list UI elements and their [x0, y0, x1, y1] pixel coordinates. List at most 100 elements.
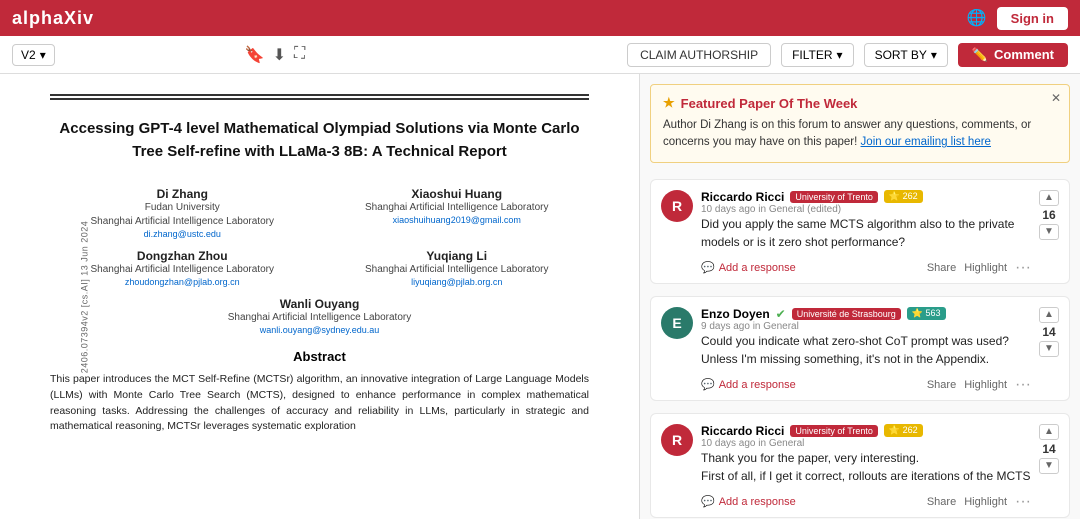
author-email-2: xiaoshuihuang2019@gmail.com	[325, 215, 590, 225]
site-logo: alphaXiv	[12, 8, 94, 29]
comment-content-1: Riccardo Ricci University of Trento ⭐ 26…	[701, 190, 1031, 277]
author-block-3: Dongzhan Zhou Shanghai Artificial Intell…	[50, 249, 315, 287]
bookmark-icon[interactable]: 🔖	[245, 45, 265, 65]
add-response-label-3: Add a response	[719, 496, 796, 508]
comment-actions-2: 💬 Add a response Share Highlight ···	[701, 376, 1031, 394]
add-response-button-2[interactable]: 💬 Add a response	[701, 378, 796, 391]
share-link-3[interactable]: Share	[927, 496, 956, 508]
reply-icon-3: 💬	[701, 495, 715, 508]
main-content: 2406.07394v2 [cs.AI] 13 Jun 2024 Accessi…	[0, 74, 1080, 519]
comment-body-3: Thank you for the paper, very interestin…	[701, 449, 1031, 485]
add-response-label-1: Add a response	[719, 262, 796, 274]
expand-icon[interactable]: ⛶	[294, 45, 305, 65]
highlight-link-2[interactable]: Highlight	[964, 379, 1007, 391]
author-block-4: Yuqiang Li Shanghai Artificial Intellige…	[325, 249, 590, 287]
university-badge-1: University of Trento	[790, 191, 878, 203]
author-inst-1: Fudan UniversityShanghai Artificial Inte…	[50, 201, 315, 229]
featured-banner: ✕ ★ Featured Paper Of The Week Author Di…	[650, 84, 1070, 163]
featured-title: ★ Featured Paper Of The Week	[663, 95, 1057, 111]
comment-row-3: R Riccardo Ricci University of Trento ⭐ …	[661, 424, 1059, 511]
share-link-2[interactable]: Share	[927, 379, 956, 391]
version-label: V2	[21, 48, 36, 62]
abstract-heading: Abstract	[50, 349, 589, 364]
download-icon[interactable]: ⬇	[273, 45, 286, 65]
more-button-3[interactable]: ···	[1015, 493, 1031, 511]
paper-title: Accessing GPT-4 level Mathematical Olymp…	[50, 118, 589, 163]
comment-button[interactable]: ✏️ Comment	[958, 43, 1068, 67]
author-email-3: zhoudongzhan@pjlab.org.cn	[50, 277, 315, 287]
pencil-icon: ✏️	[972, 47, 988, 63]
sort-label: SORT BY	[875, 48, 927, 62]
more-button-2[interactable]: ···	[1015, 376, 1031, 394]
globe-icon[interactable]: 🌐	[967, 8, 987, 28]
avatar-1: R	[661, 190, 693, 222]
paper-panel: 2406.07394v2 [cs.AI] 13 Jun 2024 Accessi…	[0, 74, 640, 519]
comment-actions-3: 💬 Add a response Share Highlight ···	[701, 493, 1031, 511]
upvote-button-2[interactable]: ▲	[1039, 307, 1059, 323]
highlight-link-3[interactable]: Highlight	[964, 496, 1007, 508]
toolbar: V2 ▾ 🔖 ⬇ ⛶ CLAIM AUTHORSHIP FILTER ▾ SOR…	[0, 36, 1080, 74]
comments-panel: ✕ ★ Featured Paper Of The Week Author Di…	[640, 74, 1080, 519]
add-response-button-1[interactable]: 💬 Add a response	[701, 261, 796, 274]
featured-link[interactable]: Join our emailing list here	[861, 136, 991, 148]
sort-by-button[interactable]: SORT BY ▾	[864, 43, 948, 67]
avatar-3: R	[661, 424, 693, 456]
paper-divider	[50, 94, 589, 100]
comment-time-3: 10 days ago in General	[701, 438, 1031, 449]
author-email-1: di.zhang@ustc.edu	[50, 229, 315, 239]
avatar-2: E	[661, 307, 693, 339]
author-email-5: wanli.ouyang@sydney.edu.au	[50, 325, 589, 335]
more-button-1[interactable]: ···	[1015, 259, 1031, 277]
upvote-button-3[interactable]: ▲	[1039, 424, 1059, 440]
star-icon: ★	[663, 95, 675, 111]
featured-title-text: Featured Paper Of The Week	[681, 96, 858, 111]
downvote-button-1[interactable]: ▼	[1039, 224, 1059, 240]
add-response-label-2: Add a response	[719, 379, 796, 391]
comment-item-3: R Riccardo Ricci University of Trento ⭐ …	[650, 413, 1070, 518]
comment-time-2: 9 days ago in General	[701, 321, 1031, 332]
vote-count-3: 14	[1042, 442, 1055, 456]
downvote-button-3[interactable]: ▼	[1039, 458, 1059, 474]
author-block-1: Di Zhang Fudan UniversityShanghai Artifi…	[50, 187, 315, 239]
comment-author-name-1: Riccardo Ricci	[701, 190, 784, 204]
comment-author-name-3: Riccardo Ricci	[701, 424, 784, 438]
sort-chevron-icon: ▾	[931, 48, 937, 62]
add-response-button-3[interactable]: 💬 Add a response	[701, 495, 796, 508]
chevron-down-icon: ▾	[40, 48, 46, 62]
comment-time-1: 10 days ago in General (edited)	[701, 204, 1031, 215]
top-navigation: alphaXiv 🌐 Sign in	[0, 0, 1080, 36]
vote-controls-1: ▲ 16 ▼	[1039, 190, 1059, 277]
score-badge-3: ⭐ 262	[884, 424, 923, 437]
arxiv-label: 2406.07394v2 [cs.AI] 13 Jun 2024	[79, 220, 89, 373]
author-email-4: liyuqiang@pjlab.org.cn	[325, 277, 590, 287]
authors-grid: Di Zhang Fudan UniversityShanghai Artifi…	[50, 187, 589, 335]
filter-chevron-icon: ▾	[837, 48, 843, 62]
highlight-link-1[interactable]: Highlight	[964, 262, 1007, 274]
filter-button[interactable]: FILTER ▾	[781, 43, 853, 67]
university-badge-3: University of Trento	[790, 425, 878, 437]
author-line-3: Riccardo Ricci University of Trento ⭐ 26…	[701, 424, 1031, 438]
author-block-2: Xiaoshui Huang Shanghai Artificial Intel…	[325, 187, 590, 239]
sign-in-button[interactable]: Sign in	[997, 7, 1068, 30]
upvote-button-1[interactable]: ▲	[1039, 190, 1059, 206]
share-link-1[interactable]: Share	[927, 262, 956, 274]
claim-authorship-button[interactable]: CLAIM AUTHORSHIP	[627, 43, 771, 67]
vote-controls-3: ▲ 14 ▼	[1039, 424, 1059, 511]
score-badge-2: ⭐ 563	[907, 307, 946, 320]
version-selector[interactable]: V2 ▾	[12, 44, 55, 66]
author-line-2: Enzo Doyen ✔ Université de Strasbourg ⭐ …	[701, 307, 1031, 321]
comment-item-1: R Riccardo Ricci University of Trento ⭐ …	[650, 179, 1070, 284]
reply-icon-2: 💬	[701, 378, 715, 391]
featured-text: Author Di Zhang is on this forum to answ…	[663, 117, 1057, 152]
author-name-4: Yuqiang Li	[325, 249, 590, 263]
comment-author-name-2: Enzo Doyen	[701, 307, 770, 321]
comment-item-2: E Enzo Doyen ✔ Université de Strasbourg …	[650, 296, 1070, 401]
toolbar-icon-group: 🔖 ⬇ ⛶	[245, 45, 306, 65]
author-name-1: Di Zhang	[50, 187, 315, 201]
comment-row-1: R Riccardo Ricci University of Trento ⭐ …	[661, 190, 1059, 277]
close-icon[interactable]: ✕	[1051, 91, 1061, 105]
author-name-2: Xiaoshui Huang	[325, 187, 590, 201]
downvote-button-2[interactable]: ▼	[1039, 341, 1059, 357]
author-inst-4: Shanghai Artificial Intelligence Laborat…	[325, 263, 590, 277]
comment-content-2: Enzo Doyen ✔ Université de Strasbourg ⭐ …	[701, 307, 1031, 394]
